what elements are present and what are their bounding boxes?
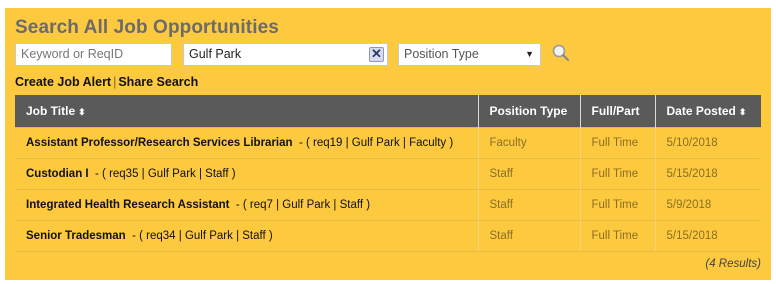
position-type-cell: Staff — [478, 157, 581, 189]
date-posted-cell: 5/15/2018 — [655, 219, 761, 252]
column-header-position-type: Position Type — [478, 95, 581, 127]
location-input[interactable]: Gulf Park — [183, 43, 388, 66]
clear-location-button[interactable]: ✕ — [369, 47, 384, 62]
results-count: (4 Results) — [705, 258, 761, 270]
full-part-cell: Full Time — [580, 188, 656, 220]
position-type-cell: Faculty — [478, 126, 581, 158]
job-title-cell: Assistant Professor/Research Services Li… — [15, 126, 479, 158]
search-links: Create Job Alert | Share Search — [15, 75, 198, 89]
search-icon[interactable] — [551, 43, 571, 63]
table-row[interactable]: Assistant Professor/Research Services Li… — [15, 126, 761, 158]
job-title-cell: Custodian I - ( req35 | Gulf Park | Staf… — [15, 157, 479, 189]
job-title-link[interactable]: Senior Tradesman — [26, 230, 126, 242]
job-title-link[interactable]: Custodian I — [26, 168, 89, 180]
job-title-label: Job Title — [26, 103, 76, 118]
date-posted-label: Date Posted — [666, 103, 736, 118]
job-search-panel: Search All Job Opportunities Keyword or … — [5, 8, 771, 280]
location-value: Gulf Park — [189, 47, 242, 61]
job-title-cell: Senior Tradesman - ( req34 | Gulf Park |… — [15, 219, 479, 252]
column-header-date-posted[interactable]: Date Posted ⬍ — [655, 95, 761, 127]
full-part-cell: Full Time — [580, 219, 656, 252]
position-type-cell: Staff — [478, 188, 581, 220]
sort-icon: ⬍ — [738, 106, 747, 117]
date-posted-cell: 5/15/2018 — [655, 157, 761, 189]
position-type-cell: Staff — [478, 219, 581, 252]
link-separator: | — [113, 75, 117, 89]
date-posted-cell: 5/10/2018 — [655, 126, 761, 158]
job-title-link[interactable]: Assistant Professor/Research Services Li… — [26, 137, 293, 149]
position-type-select[interactable]: Position Type ▼ — [398, 43, 541, 66]
keyword-input[interactable]: Keyword or ReqID — [15, 43, 172, 66]
job-meta: - ( req19 | Gulf Park | Faculty ) — [298, 136, 454, 149]
job-title-link[interactable]: Integrated Health Research Assistant — [26, 199, 229, 211]
job-title-cell: Integrated Health Research Assistant - (… — [15, 188, 479, 220]
column-header-job-title[interactable]: Job Title ⬍ — [15, 95, 479, 127]
full-part-cell: Full Time — [580, 157, 656, 189]
share-search-link[interactable]: Share Search — [118, 75, 198, 89]
column-header-full-part: Full/Part — [580, 95, 656, 127]
full-part-cell: Full Time — [580, 126, 656, 158]
dropdown-arrow-icon: ▼ — [525, 49, 534, 59]
job-meta: - ( req7 | Gulf Park | Staff ) — [235, 198, 371, 211]
table-row[interactable]: Custodian I - ( req35 | Gulf Park | Staf… — [15, 157, 761, 189]
table-row[interactable]: Senior Tradesman - ( req34 | Gulf Park |… — [15, 219, 761, 252]
table-row[interactable]: Integrated Health Research Assistant - (… — [15, 188, 761, 220]
table-header-row: Job Title ⬍ Position Type Full/Part Date … — [15, 95, 761, 127]
position-type-selected: Position Type — [404, 47, 479, 61]
date-posted-cell: 5/9/2018 — [655, 188, 761, 220]
create-job-alert-link[interactable]: Create Job Alert — [15, 75, 111, 89]
sort-icon: ⬍ — [78, 106, 86, 117]
job-meta: - ( req34 | Gulf Park | Staff ) — [132, 229, 273, 242]
job-meta: - ( req35 | Gulf Park | Staff ) — [95, 167, 236, 180]
job-results-table: Job Title ⬍ Position Type Full/Part Date … — [15, 95, 761, 252]
page-title: Search All Job Opportunities — [15, 17, 279, 38]
